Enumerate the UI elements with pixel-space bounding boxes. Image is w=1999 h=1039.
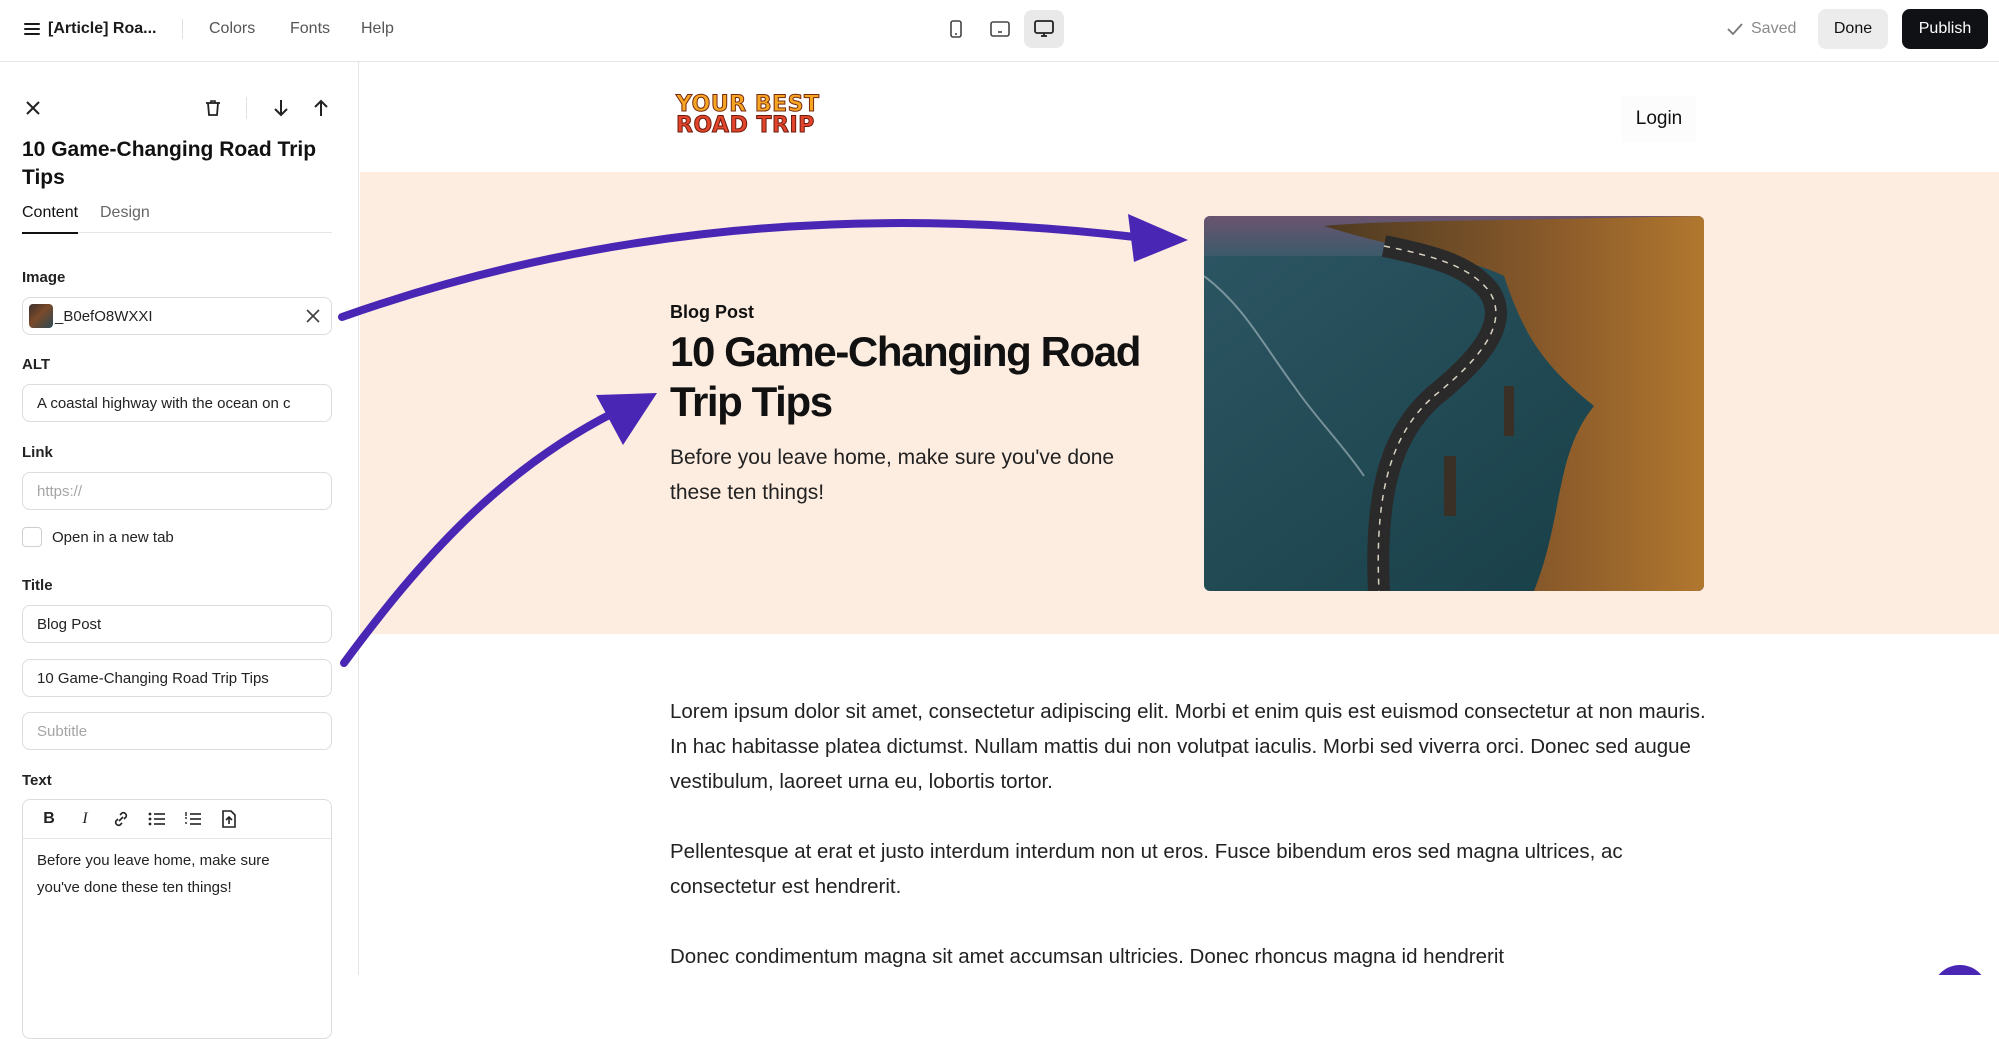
paragraph-3[interactable]: Donec condimentum magna sit amet accumsa…	[670, 939, 1710, 974]
italic-button[interactable]: I	[73, 807, 97, 831]
site-header: YOUR BEST ROAD TRIP Login	[360, 62, 1999, 172]
check-icon	[1727, 23, 1743, 36]
title-label: Title	[22, 577, 53, 594]
insert-file-button[interactable]	[217, 807, 241, 831]
italic-icon: I	[82, 810, 88, 827]
bold-icon: B	[43, 810, 55, 827]
divider	[182, 19, 183, 39]
link-input[interactable]	[22, 472, 332, 510]
menu-help[interactable]: Help	[361, 0, 394, 58]
title-input[interactable]	[22, 659, 332, 697]
alt-label: ALT	[22, 356, 51, 373]
bold-button[interactable]: B	[37, 807, 61, 831]
logo-line-2: ROAD TRIP	[675, 113, 815, 138]
hero-kicker: Blog Post	[670, 302, 754, 322]
editor-toolbar: B I	[23, 800, 331, 839]
move-down-button[interactable]	[267, 94, 295, 122]
tablet-icon	[990, 21, 1010, 37]
page-preview-canvas: YOUR BEST ROAD TRIP Login Blog Post 10 G…	[360, 62, 1999, 975]
hero-image[interactable]	[1204, 216, 1704, 591]
done-button[interactable]: Done	[1818, 9, 1888, 49]
mobile-icon	[950, 20, 962, 38]
close-panel-button[interactable]	[19, 94, 47, 122]
panel-tabs: Content Design	[22, 204, 332, 234]
image-label: Image	[22, 269, 66, 286]
numbered-list-icon	[185, 812, 201, 825]
close-icon	[306, 309, 320, 323]
document-menu-button[interactable]: [Article] Roa...	[24, 0, 156, 58]
kicker-input[interactable]	[22, 605, 332, 643]
move-up-button[interactable]	[307, 94, 335, 122]
hamburger-icon	[24, 23, 40, 35]
new-tab-option[interactable]: Open in a new tab	[22, 527, 174, 547]
clear-image-button[interactable]	[305, 308, 321, 329]
numbered-list-button[interactable]	[181, 807, 205, 831]
site-logo[interactable]: YOUR BEST ROAD TRIP	[675, 92, 820, 138]
hero-title: 10 Game-Changing Road Trip Tips	[670, 328, 1141, 425]
saved-label: Saved	[1751, 20, 1797, 37]
image-thumbnail	[29, 304, 53, 328]
login-button[interactable]: Login	[1622, 96, 1696, 142]
bullet-list-button[interactable]	[145, 807, 169, 831]
rich-text-editor[interactable]: B I Before you leave home, make sure you…	[22, 799, 332, 1039]
bullet-list-icon	[148, 812, 165, 826]
desktop-view-button[interactable]	[1024, 10, 1064, 48]
alt-text-input[interactable]	[22, 384, 332, 422]
subtitle-input[interactable]	[22, 712, 332, 750]
file-upload-icon	[222, 810, 236, 828]
document-title: [Article] Roa...	[48, 20, 157, 37]
new-tab-checkbox[interactable]	[22, 527, 42, 547]
menu-colors[interactable]: Colors	[209, 0, 255, 58]
top-bar: [Article] Roa... Colors Fonts Help Saved…	[0, 0, 1999, 62]
paragraph-1[interactable]: Lorem ipsum dolor sit amet, consectetur …	[670, 694, 1710, 799]
block-title: 10 Game-Changing Road Trip Tips	[22, 138, 317, 189]
saved-status: Saved	[1727, 0, 1796, 58]
logo-line-1: YOUR BEST	[675, 92, 820, 117]
divider	[246, 97, 247, 119]
close-icon	[26, 101, 40, 115]
desktop-icon	[1034, 20, 1054, 37]
link-label: Link	[22, 444, 53, 461]
trash-icon	[206, 100, 220, 116]
publish-button[interactable]: Publish	[1902, 9, 1988, 49]
paragraph-2[interactable]: Pellentesque at erat et justo interdum i…	[670, 834, 1710, 904]
hero-section[interactable]: Blog Post 10 Game-Changing Road Trip Tip…	[360, 172, 1999, 634]
new-tab-label: Open in a new tab	[52, 528, 174, 546]
block-settings-panel: 10 Game-Changing Road Trip Tips Content …	[0, 62, 359, 1039]
tab-design[interactable]: Design	[100, 204, 150, 232]
chat-launcher-button[interactable]	[1932, 965, 1988, 975]
image-filename: _B0efO8WXXI	[55, 307, 153, 325]
delete-block-button[interactable]	[199, 94, 227, 122]
arrow-up-icon	[314, 99, 328, 116]
arrow-down-icon	[274, 100, 288, 117]
tab-content[interactable]: Content	[22, 204, 79, 234]
text-label: Text	[22, 772, 52, 789]
mobile-view-button[interactable]	[936, 10, 976, 48]
link-icon	[114, 811, 128, 827]
link-button[interactable]	[109, 807, 133, 831]
menu-fonts[interactable]: Fonts	[290, 0, 330, 58]
hero-subtitle: Before you leave home, make sure you've …	[670, 446, 1115, 504]
coastal-highway-photo	[1204, 216, 1704, 591]
tablet-view-button[interactable]	[980, 10, 1020, 48]
image-picker[interactable]: _B0efO8WXXI	[22, 297, 332, 335]
editor-content[interactable]: Before you leave home, make sure you've …	[23, 839, 321, 909]
